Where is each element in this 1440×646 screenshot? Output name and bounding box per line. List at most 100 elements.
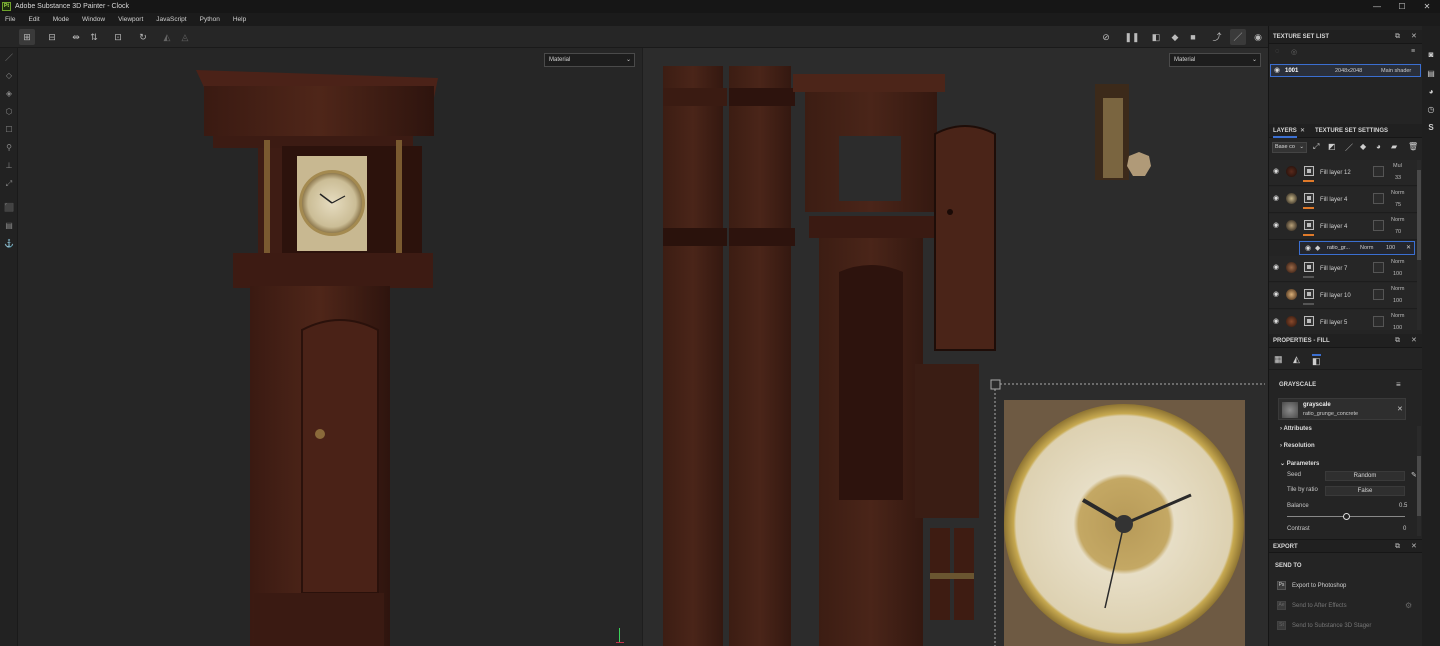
camera-icon[interactable]: ◉ <box>1250 29 1266 45</box>
layer-opacity[interactable]: 33 <box>1395 175 1401 181</box>
texture-tab-icon[interactable]: ◭ <box>1293 354 1300 365</box>
close-icon[interactable]: ✕ <box>1406 244 1411 251</box>
channel-dropdown-2d[interactable]: Material ⌄ <box>1169 53 1261 67</box>
eye-icon[interactable]: ◉ <box>1272 222 1280 230</box>
layer-opacity[interactable]: 100 <box>1393 298 1402 304</box>
balance-value[interactable]: 0.5 <box>1399 503 1407 509</box>
bake-tool-icon[interactable]: ▤ <box>3 220 15 232</box>
parameters-group[interactable]: ⌄ Parameters <box>1280 460 1319 467</box>
layer-blend-mode[interactable]: Norm <box>1391 217 1404 223</box>
sculpt-icon[interactable]: ⤴ <box>1209 29 1225 45</box>
channel-dropdown-3d[interactable]: Material ⌄ <box>544 53 635 67</box>
layer-checkbox[interactable] <box>1373 289 1384 300</box>
anchor-icon[interactable]: ⚓ <box>3 238 15 250</box>
gear-icon[interactable]: ⚙ <box>1405 601 1412 610</box>
clone-icon[interactable]: ⚲ <box>3 142 15 154</box>
tab-layers[interactable]: LAYERS <box>1273 124 1297 138</box>
texture-set-item[interactable]: ◉ 1001 2048x2048 Main shader <box>1270 64 1421 77</box>
layer-checkbox[interactable] <box>1373 316 1384 327</box>
eraser-icon[interactable]: ◇ <box>3 70 15 82</box>
properties-scrollbar[interactable] <box>1417 426 1421 536</box>
layer-effect-row[interactable]: ◉ ◆ ratio_gr... Norm 100 ✕ <box>1299 241 1415 255</box>
attributes-group[interactable]: › Attributes <box>1280 426 1312 432</box>
menu-javascript[interactable]: JavaScript <box>156 16 186 23</box>
mirror-icon[interactable]: ⇅ <box>86 29 102 45</box>
smudge-icon[interactable]: ☐ <box>3 124 15 136</box>
frame-icon[interactable]: ⊡ <box>110 29 126 45</box>
video-icon[interactable]: ■ <box>1185 29 1201 45</box>
layer-opacity[interactable]: 100 <box>1393 325 1402 330</box>
slider-handle[interactable] <box>1343 513 1350 520</box>
add-effect-icon[interactable]: ⤢ <box>1313 142 1319 152</box>
menu-mode[interactable]: Mode <box>53 16 69 23</box>
layer-opacity[interactable]: 70 <box>1395 229 1401 235</box>
close-icon[interactable]: ✕ <box>1411 540 1417 554</box>
menu-window[interactable]: Window <box>82 16 105 23</box>
menu-edit[interactable]: Edit <box>28 16 39 23</box>
layer-row[interactable]: ◉ Fill layer 10 Norm 100 <box>1269 283 1417 309</box>
send-to-after-effects-button[interactable]: Ae Send to After Effects <box>1277 601 1347 610</box>
layer-blend-mode[interactable]: Norm <box>1391 259 1404 265</box>
mask-icon[interactable]: ◬ <box>177 29 193 45</box>
layer-checkbox[interactable] <box>1373 262 1384 273</box>
history-icon[interactable]: ◷ <box>1426 105 1436 115</box>
substance-icon[interactable]: S <box>1426 123 1436 133</box>
maximize-button[interactable]: ☐ <box>1389 0 1415 13</box>
layer-checkbox[interactable] <box>1373 166 1384 177</box>
layer-row[interactable]: ◉ Fill layer 7 Norm 100 <box>1269 256 1417 282</box>
picker-icon[interactable]: ⤢ <box>3 178 15 190</box>
effect-blend-mode[interactable]: Norm <box>1360 245 1373 251</box>
paint-brush-icon[interactable]: ／ <box>3 52 15 64</box>
eye-icon[interactable]: ◎ <box>1291 48 1297 56</box>
effect-opacity[interactable]: 100 <box>1386 245 1395 251</box>
eye-icon[interactable]: ◉ <box>1272 195 1280 203</box>
display-settings-icon[interactable]: ◙ <box>1426 50 1436 60</box>
trash-icon[interactable]: 🗑 <box>1408 142 1418 151</box>
menu-viewport[interactable]: Viewport <box>118 16 143 23</box>
geometry-fill-icon[interactable]: ⬡ <box>3 106 15 118</box>
tab-texture-set-settings[interactable]: TEXTURE SET SETTINGS <box>1315 124 1388 138</box>
eye-icon[interactable]: ◉ <box>1272 291 1280 299</box>
layer-row[interactable]: ◉ Fill layer 5 Norm 100 <box>1269 310 1417 330</box>
list-menu-icon[interactable]: ≡ <box>1396 380 1401 389</box>
close-icon[interactable]: ✕ <box>1397 405 1403 413</box>
eye-icon[interactable]: ◉ <box>1272 168 1280 176</box>
material-tab-icon[interactable]: ▦ <box>1274 354 1283 365</box>
layer-row[interactable]: ◉ Fill layer 4 Norm 70 <box>1269 214 1417 240</box>
layer-blend-mode[interactable]: Norm <box>1391 190 1404 196</box>
close-icon[interactable]: ✕ <box>1411 334 1417 348</box>
stamp-icon[interactable]: ⊥ <box>3 160 15 172</box>
pause-icon[interactable]: ❚❚ <box>1124 29 1140 45</box>
layer-blend-mode[interactable]: Norm <box>1391 313 1404 319</box>
tile-by-ratio-field[interactable]: False <box>1325 486 1405 496</box>
layer-checkbox[interactable] <box>1373 193 1384 204</box>
layer-row[interactable]: ◉ Fill layer 4 Norm 75 <box>1269 187 1417 213</box>
add-smart-material-icon[interactable]: ◕ <box>1376 142 1381 151</box>
symmetry-icon[interactable]: ⇹ <box>68 29 84 45</box>
eye-icon[interactable]: ◉ <box>1272 264 1280 272</box>
layer-checkbox[interactable] <box>1373 220 1384 231</box>
menu-file[interactable]: File <box>5 16 15 23</box>
projection-icon[interactable]: ◈ <box>3 88 15 100</box>
send-to-stager-button[interactable]: St Send to Substance 3D Stager <box>1277 621 1371 630</box>
close-icon[interactable]: ✕ <box>1411 30 1417 44</box>
grid-icon[interactable]: ⊞ <box>19 29 35 45</box>
add-mask-icon[interactable]: ◩ <box>1328 142 1336 151</box>
layers-dock-icon[interactable]: ▤ <box>1426 69 1436 79</box>
viewport-3d[interactable]: Material ⌄ <box>18 48 642 646</box>
eye-icon[interactable]: ◉ <box>1304 245 1312 253</box>
brush-icon[interactable]: ／ <box>1230 29 1246 45</box>
layers-scrollbar[interactable] <box>1417 160 1421 330</box>
eye-icon[interactable]: ◉ <box>1273 67 1281 75</box>
undock-icon[interactable]: ⧉ <box>1395 30 1400 44</box>
menu-python[interactable]: Python <box>200 16 220 23</box>
layer-blend-mode[interactable]: Norm <box>1391 286 1404 292</box>
cube-icon[interactable]: ◆ <box>1167 29 1183 45</box>
layer-opacity[interactable]: 75 <box>1395 202 1401 208</box>
split-view-icon[interactable]: ◧ <box>1148 29 1164 45</box>
grid-dense-icon[interactable]: ⊟ <box>44 29 60 45</box>
viewport-2d[interactable]: Material ⌄ <box>643 48 1268 646</box>
close-button[interactable]: ✕ <box>1414 0 1440 13</box>
visibility-off-icon[interactable]: ⊘ <box>1098 29 1114 45</box>
reset-icon[interactable]: ↻ <box>135 29 151 45</box>
